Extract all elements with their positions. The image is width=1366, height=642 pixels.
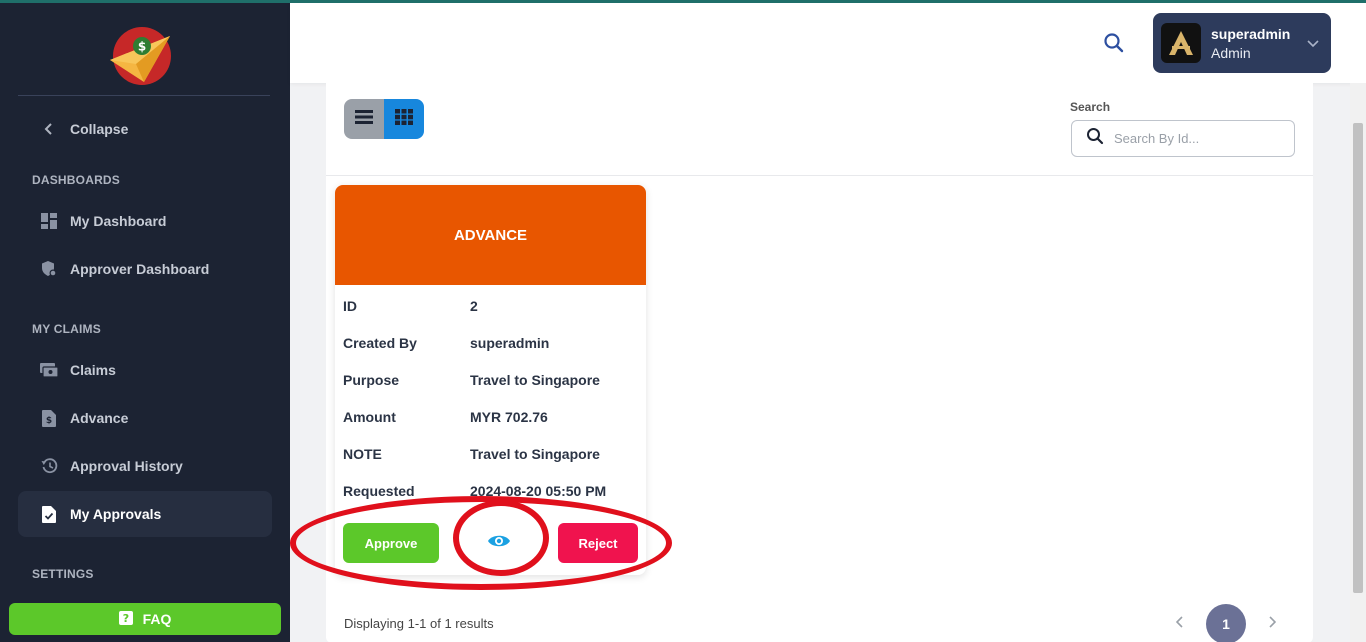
chevron-left-icon (40, 120, 58, 138)
money-bill-icon (40, 361, 58, 379)
grid-view-button[interactable] (384, 99, 424, 139)
sidebar-item-claims[interactable]: Claims (18, 347, 272, 393)
faq-button[interactable]: ? FAQ (9, 603, 281, 635)
header-search-icon[interactable] (1102, 31, 1126, 55)
question-icon: ? (118, 610, 133, 628)
card-row-label: ID (343, 298, 357, 314)
user-role: Admin (1211, 44, 1251, 61)
sidebar: $ Collapse DASHBOARDS My Dashboard Appro… (0, 0, 290, 642)
svg-text:$: $ (138, 40, 146, 54)
svg-text:$: $ (46, 416, 52, 426)
user-name: superadmin (1211, 25, 1291, 42)
sidebar-divider (18, 95, 270, 96)
faq-label: FAQ (142, 611, 172, 627)
section-label-dashboards: DASHBOARDS (32, 173, 121, 187)
section-label-settings: SETTINGS (32, 567, 94, 581)
chevron-right-icon (1268, 615, 1277, 633)
search-input[interactable] (1114, 131, 1274, 146)
card-title: ADVANCE (335, 185, 646, 285)
pagination-prev-button[interactable] (1170, 612, 1190, 636)
dollar-file-icon: $ (40, 409, 58, 427)
sidebar-collapse-label: Collapse (70, 121, 129, 137)
card-row-value: Travel to Singapore (470, 446, 600, 462)
sidebar-item-label: Claims (70, 362, 116, 378)
sidebar-item-my-dashboard[interactable]: My Dashboard (18, 198, 272, 244)
results-count: Displaying 1-1 of 1 results (344, 616, 494, 631)
card-row-value: 2024-08-20 05:50 PM (470, 483, 607, 499)
sidebar-item-label: My Dashboard (70, 213, 167, 229)
card-row-value: superadmin (470, 335, 550, 351)
top-accent-line (0, 0, 1366, 3)
user-menu[interactable]: superadmin Admin (1153, 13, 1331, 73)
search-field[interactable] (1071, 120, 1295, 157)
sidebar-item-my-approvals[interactable]: My Approvals (18, 491, 272, 537)
card-row-label: Created By (343, 335, 417, 351)
avatar (1161, 23, 1201, 63)
panel-divider (326, 175, 1313, 176)
sidebar-item-label: My Approvals (70, 506, 162, 522)
approval-card: ADVANCE ID 2 Created By superadmin Purpo… (335, 185, 646, 575)
app-logo[interactable]: $ (108, 26, 174, 86)
reject-button[interactable]: Reject (558, 523, 638, 563)
search-label: Search (1070, 100, 1111, 114)
card-row-value: MYR 702.76 (470, 409, 548, 425)
history-clock-icon (40, 457, 58, 475)
shield-gear-icon (40, 260, 58, 278)
section-label-my-claims: MY CLAIMS (32, 322, 101, 336)
view-toggle (344, 99, 424, 139)
chevron-down-icon (1307, 35, 1319, 53)
sidebar-item-approval-history[interactable]: Approval History (18, 443, 272, 489)
sidebar-item-label: Advance (70, 410, 129, 426)
sidebar-collapse[interactable]: Collapse (18, 106, 272, 152)
card-row-label: NOTE (343, 446, 382, 462)
view-details-button[interactable] (475, 523, 523, 563)
chevron-left-icon (1175, 615, 1184, 633)
pagination-page-current[interactable]: 1 (1206, 604, 1246, 642)
scrollbar-thumb[interactable] (1353, 123, 1363, 593)
pagination-next-button[interactable] (1262, 612, 1282, 636)
eye-icon (487, 533, 511, 554)
sidebar-item-advance[interactable]: $ Advance (18, 395, 272, 441)
dashboard-grid-icon (40, 212, 58, 230)
sidebar-item-label: Approver Dashboard (70, 261, 210, 277)
file-check-icon (40, 505, 58, 523)
sidebar-item-approver-dashboard[interactable]: Approver Dashboard (18, 246, 272, 292)
page-scrollbar[interactable] (1350, 83, 1366, 642)
list-icon (355, 109, 373, 130)
top-header: superadmin Admin (290, 3, 1366, 83)
list-view-button[interactable] (344, 99, 384, 139)
svg-text:?: ? (122, 612, 128, 625)
sidebar-item-label: Approval History (70, 458, 183, 474)
card-row-value: Travel to Singapore (470, 372, 600, 388)
card-row-value: 2 (470, 298, 478, 314)
approve-button[interactable]: Approve (343, 523, 439, 563)
grid-icon (395, 108, 413, 130)
approvals-panel: Search ADVANCE ID 2 Created By superadmi… (326, 83, 1313, 642)
card-row-label: Requested (343, 483, 415, 499)
card-row-label: Amount (343, 409, 396, 425)
card-row-label: Purpose (343, 372, 400, 388)
search-icon (1086, 127, 1104, 150)
